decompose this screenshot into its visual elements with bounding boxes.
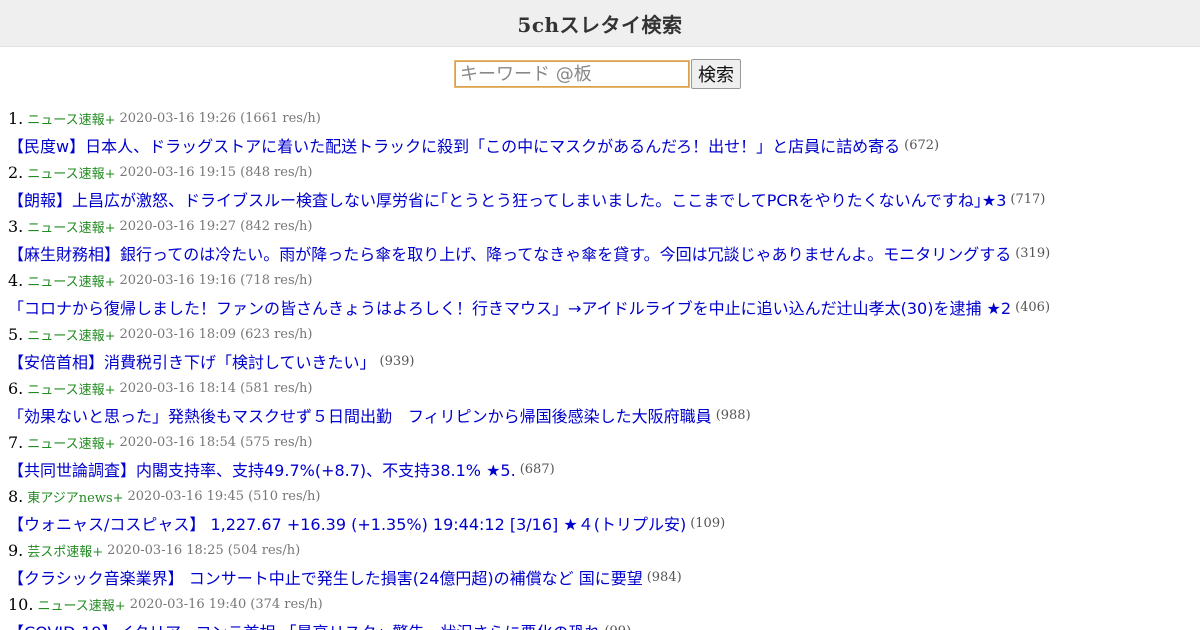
result-res-count: (988)	[715, 407, 751, 423]
result-rate: (848 res/h)	[240, 164, 313, 180]
result-meta: 9. 芸スポ速報+ 2020-03-16 18:25 (504 res/h)	[8, 538, 1192, 562]
search-form: 検索	[454, 59, 741, 89]
result-rank: 7.	[8, 432, 24, 452]
result-item: 9. 芸スポ速報+ 2020-03-16 18:25 (504 res/h) 【…	[8, 538, 1192, 592]
result-res-count: (939)	[379, 353, 415, 369]
result-rate: (504 res/h)	[227, 542, 301, 558]
result-meta: 4. ニュース速報+ 2020-03-16 19:16 (718 res/h)	[8, 268, 1192, 292]
result-board-link[interactable]: ニュース速報+	[27, 271, 115, 290]
result-meta: 7. ニュース速報+ 2020-03-16 18:54 (575 res/h)	[8, 430, 1192, 454]
result-title-line: 【安倍首相】消費税引き下げ「検討していきたい」 (939)	[8, 346, 1192, 376]
result-res-count: (109)	[690, 515, 726, 531]
result-rate: (718 res/h)	[240, 272, 313, 288]
result-rank: 8.	[8, 486, 24, 506]
result-item: 1. ニュース速報+ 2020-03-16 19:26 (1661 res/h)…	[8, 106, 1192, 160]
results-list: 1. ニュース速報+ 2020-03-16 19:26 (1661 res/h)…	[8, 106, 1192, 630]
result-rank: 9.	[8, 540, 24, 560]
result-thread-title-link[interactable]: 【民度w】日本人、ドラッグストアに着いた配送トラックに殺到「この中にマスクがある…	[8, 133, 900, 157]
result-res-count: (672)	[904, 137, 940, 153]
result-thread-title-link[interactable]: 【共同世論調査】内閣支持率、支持49.7%(+8.7)、不支持38.1% ★5.	[8, 457, 516, 481]
result-item: 5. ニュース速報+ 2020-03-16 18:09 (623 res/h) …	[8, 322, 1192, 376]
result-date: 2020-03-16 18:09	[119, 326, 237, 342]
result-res-count: (687)	[519, 461, 555, 477]
result-title-line: 【朗報】上昌広が激怒、ドライブスルー検査しない厚労省に｢とうとう狂ってしまいまし…	[8, 184, 1192, 214]
result-rate: (1661 res/h)	[240, 110, 321, 126]
result-rank: 4.	[8, 270, 24, 290]
result-meta: 6. ニュース速報+ 2020-03-16 18:14 (581 res/h)	[8, 376, 1192, 400]
result-board-link[interactable]: 東アジアnews+	[27, 487, 123, 506]
result-rate: (575 res/h)	[240, 434, 313, 450]
result-res-count: (319)	[1015, 245, 1051, 261]
result-date: 2020-03-16 19:45	[127, 488, 245, 504]
result-rank: 2.	[8, 162, 24, 182]
result-meta: 2. ニュース速報+ 2020-03-16 19:15 (848 res/h)	[8, 160, 1192, 184]
result-title-line: 【民度w】日本人、ドラッグストアに着いた配送トラックに殺到「この中にマスクがある…	[8, 130, 1192, 160]
result-meta: 1. ニュース速報+ 2020-03-16 19:26 (1661 res/h)	[8, 106, 1192, 130]
result-rank: 6.	[8, 378, 24, 398]
result-rate: (623 res/h)	[240, 326, 313, 342]
result-rank: 5.	[8, 324, 24, 344]
result-rate: (510 res/h)	[248, 488, 321, 504]
result-thread-title-link[interactable]: 【安倍首相】消費税引き下げ「検討していきたい」	[8, 349, 376, 373]
result-thread-title-link[interactable]: 【ウォニャス/コスピャス】 1,227.67 +16.39 (+1.35%) 1…	[8, 511, 686, 535]
result-thread-title-link[interactable]: 【クラシック音楽業界】 コンサート中止で発生した損害(24億円超)の補償など 国…	[8, 565, 643, 589]
result-rank: 10.	[8, 594, 34, 614]
result-board-link[interactable]: ニュース速報+	[27, 379, 115, 398]
result-res-count: (406)	[1015, 299, 1051, 315]
result-item: 8. 東アジアnews+ 2020-03-16 19:45 (510 res/h…	[8, 484, 1192, 538]
result-rank: 3.	[8, 216, 24, 236]
result-title-line: 【クラシック音楽業界】 コンサート中止で発生した損害(24億円超)の補償など 国…	[8, 562, 1192, 592]
result-res-count: (984)	[646, 569, 682, 585]
result-date: 2020-03-16 19:15	[119, 164, 237, 180]
result-rank: 1.	[8, 108, 24, 128]
result-title-line: 【共同世論調査】内閣支持率、支持49.7%(+8.7)、不支持38.1% ★5.…	[8, 454, 1192, 484]
search-input[interactable]	[454, 60, 690, 88]
result-date: 2020-03-16 18:14	[119, 380, 237, 396]
result-item: 4. ニュース速報+ 2020-03-16 19:16 (718 res/h) …	[8, 268, 1192, 322]
result-thread-title-link[interactable]: 【麻生財務相】銀行ってのは冷たい。雨が降ったら傘を取り上げ、降ってなきゃ傘を貸す…	[8, 241, 1011, 265]
result-date: 2020-03-16 19:16	[119, 272, 237, 288]
result-board-link[interactable]: 芸スポ速報+	[27, 541, 103, 560]
result-thread-title-link[interactable]: 【朗報】上昌広が激怒、ドライブスルー検査しない厚労省に｢とうとう狂ってしまいまし…	[8, 187, 1006, 211]
site-title[interactable]: 5chスレタイ検索	[517, 9, 682, 38]
result-title-line: 【麻生財務相】銀行ってのは冷たい。雨が降ったら傘を取り上げ、降ってなきゃ傘を貸す…	[8, 238, 1192, 268]
result-meta: 10. ニュース速報+ 2020-03-16 19:40 (374 res/h)	[8, 592, 1192, 616]
result-date: 2020-03-16 18:54	[119, 434, 237, 450]
result-board-link[interactable]: ニュース速報+	[27, 325, 115, 344]
result-board-link[interactable]: ニュース速報+	[27, 433, 115, 452]
result-res-count: (717)	[1010, 191, 1046, 207]
result-date: 2020-03-16 19:40	[129, 596, 247, 612]
site-header: 5chスレタイ検索	[0, 0, 1200, 47]
result-date: 2020-03-16 18:25	[107, 542, 224, 558]
result-meta: 5. ニュース速報+ 2020-03-16 18:09 (623 res/h)	[8, 322, 1192, 346]
result-rate: (842 res/h)	[240, 218, 313, 234]
result-title-line: 「コロナから復帰しました！ファンの皆さんきょうはよろしく！行きマウス」→アイドル…	[8, 292, 1192, 322]
result-rate: (374 res/h)	[250, 596, 323, 612]
result-date: 2020-03-16 19:27	[119, 218, 237, 234]
result-thread-title-link[interactable]: 「効果ないと思った」発熱後もマスクせず５日間出勤 フィリピンから帰国後感染した大…	[8, 403, 712, 427]
result-item: 2. ニュース速報+ 2020-03-16 19:15 (848 res/h) …	[8, 160, 1192, 214]
result-item: 7. ニュース速報+ 2020-03-16 18:54 (575 res/h) …	[8, 430, 1192, 484]
result-board-link[interactable]: ニュース速報+	[27, 163, 115, 182]
search-button[interactable]: 検索	[691, 59, 741, 89]
result-meta: 8. 東アジアnews+ 2020-03-16 19:45 (510 res/h…	[8, 484, 1192, 508]
result-thread-title-link[interactable]: 【COVID-19】イタリア、コンテ首相 「最高リスク」警告…状況さらに悪化の恐…	[8, 619, 600, 630]
result-rate: (581 res/h)	[240, 380, 313, 396]
result-item: 3. ニュース速報+ 2020-03-16 19:27 (842 res/h) …	[8, 214, 1192, 268]
result-board-link[interactable]: ニュース速報+	[27, 109, 115, 128]
result-date: 2020-03-16 19:26	[119, 110, 237, 126]
result-title-line: 「効果ないと思った」発熱後もマスクせず５日間出勤 フィリピンから帰国後感染した大…	[8, 400, 1192, 430]
result-title-line: 【ウォニャス/コスピャス】 1,227.67 +16.39 (+1.35%) 1…	[8, 508, 1192, 538]
result-meta: 3. ニュース速報+ 2020-03-16 19:27 (842 res/h)	[8, 214, 1192, 238]
result-board-link[interactable]: ニュース速報+	[37, 595, 125, 614]
result-title-line: 【COVID-19】イタリア、コンテ首相 「最高リスク」警告…状況さらに悪化の恐…	[8, 616, 1192, 630]
result-item: 6. ニュース速報+ 2020-03-16 18:14 (581 res/h) …	[8, 376, 1192, 430]
result-res-count: (99)	[604, 624, 631, 630]
result-item: 10. ニュース速報+ 2020-03-16 19:40 (374 res/h)…	[8, 592, 1192, 630]
result-thread-title-link[interactable]: 「コロナから復帰しました！ファンの皆さんきょうはよろしく！行きマウス」→アイドル…	[8, 295, 1011, 319]
result-board-link[interactable]: ニュース速報+	[27, 217, 115, 236]
